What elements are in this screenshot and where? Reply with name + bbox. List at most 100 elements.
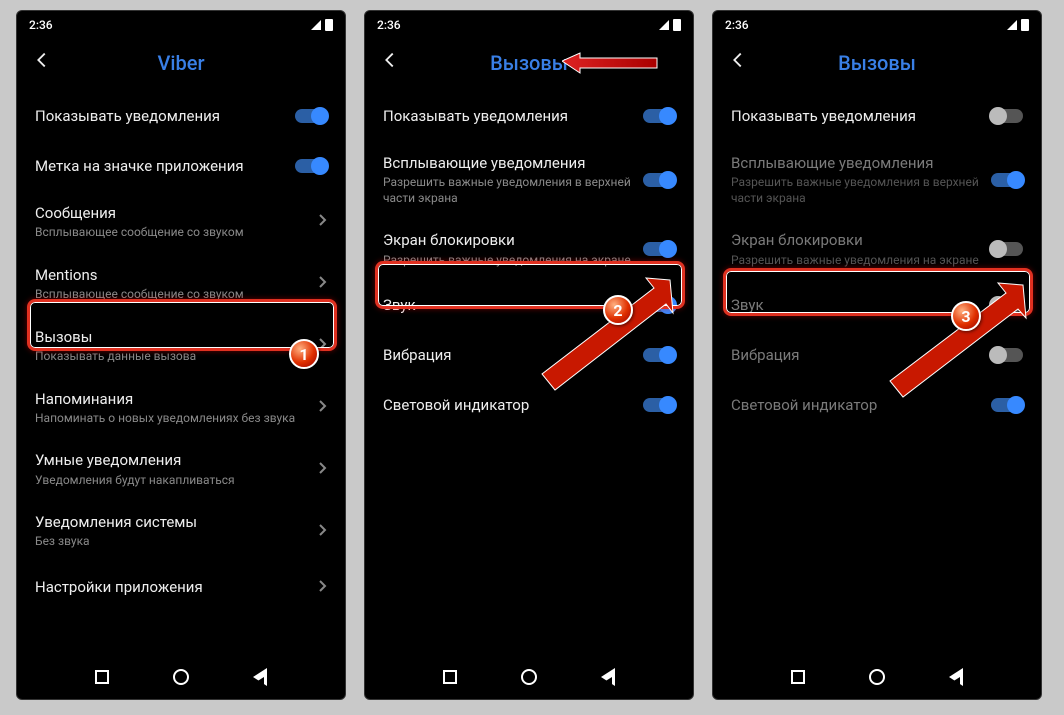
settings-row[interactable]: Световой индикатор: [713, 380, 1041, 430]
nav-back-button[interactable]: [601, 668, 615, 686]
settings-row[interactable]: Всплывающие уведомленияРазрешить важные …: [365, 141, 693, 218]
toggle-switch: [991, 398, 1023, 412]
status-icons: [311, 19, 333, 31]
page-title: Вызовы: [713, 51, 1041, 75]
settings-row[interactable]: Экран блокировки Разрешить важные уведомл…: [713, 218, 1041, 280]
chevron-right-icon: [317, 459, 327, 480]
header: Viber: [17, 39, 345, 87]
status-icons: [1007, 19, 1029, 31]
toggle-switch: [991, 242, 1023, 256]
row-subtitle: Разрешить важные уведомления на экране: [731, 253, 991, 269]
signal-icon: [659, 20, 669, 30]
battery-icon: [325, 19, 333, 31]
phone-screen-1: 2:36 Viber Показывать уведомления Метка н…: [16, 10, 346, 700]
row-title: Уведомления системы: [35, 512, 317, 532]
row-title: Напоминания: [35, 389, 317, 409]
row-subtitle: Всплывающее сообщение со звуком: [35, 287, 317, 303]
settings-row[interactable]: Показывать уведомления: [365, 91, 693, 141]
row-title: Всплывающие уведомления: [731, 153, 991, 173]
row-subtitle: Без звука: [35, 534, 317, 550]
settings-row[interactable]: Настройки приложения: [17, 562, 345, 612]
row-title: Показывать уведомления: [383, 106, 643, 126]
status-time: 2:36: [725, 18, 749, 32]
battery-icon: [1021, 19, 1029, 31]
settings-row[interactable]: Экран блокировкиРазрешить важные уведомл…: [365, 218, 693, 280]
row-title: Всплывающие уведомления: [383, 153, 643, 173]
nav-back-button[interactable]: [949, 668, 963, 686]
row-title: Mentions: [35, 265, 317, 285]
settings-row[interactable]: Уведомления системы Без звука: [17, 500, 345, 562]
toggle-switch[interactable]: [643, 348, 675, 362]
row-title: Вызовы: [35, 327, 317, 347]
status-icons: [659, 19, 681, 31]
row-title: Показывать уведомления: [35, 106, 295, 126]
settings-row[interactable]: Вибрация: [713, 330, 1041, 380]
nav-home-button[interactable]: [173, 669, 189, 685]
settings-row[interactable]: Звук: [713, 280, 1041, 330]
chevron-right-icon: [317, 397, 327, 418]
settings-row[interactable]: Всплывающие уведомленияРазрешить важные …: [713, 141, 1041, 218]
toggle-switch[interactable]: [295, 159, 327, 173]
row-title: Показывать уведомления: [731, 106, 991, 126]
chevron-right-icon: [317, 211, 327, 232]
settings-row[interactable]: Показывать уведомления: [17, 91, 345, 141]
settings-row[interactable]: Вибрация: [365, 330, 693, 380]
settings-row[interactable]: Напоминания Напоминать о новых уведомлени…: [17, 377, 345, 439]
settings-row[interactable]: Умные уведомления Уведомления будут накап…: [17, 438, 345, 500]
settings-row[interactable]: СообщенияВсплывающее сообщение со звуком: [17, 191, 345, 253]
nav-recent-button[interactable]: [791, 670, 805, 684]
toggle-switch[interactable]: [991, 109, 1023, 123]
back-button[interactable]: [379, 49, 403, 77]
row-title: Экран блокировки: [731, 230, 991, 250]
nav-bar: [713, 655, 1041, 699]
nav-home-button[interactable]: [869, 669, 885, 685]
step-badge-2: 2: [603, 295, 633, 325]
settings-list: Показывать уведомления Всплывающие уведом…: [365, 87, 693, 655]
row-title: Настройки приложения: [35, 577, 317, 597]
row-title: Вибрация: [731, 345, 991, 365]
back-button[interactable]: [727, 49, 751, 77]
nav-home-button[interactable]: [521, 669, 537, 685]
status-time: 2:36: [29, 18, 53, 32]
settings-row[interactable]: Метка на значке приложения: [17, 141, 345, 191]
toggle-switch: [991, 348, 1023, 362]
phone-screen-2: 2:36 Вызовы Показывать уведомления Всплыв…: [364, 10, 694, 700]
settings-row[interactable]: Mentions Всплывающее сообщение со звуком: [17, 253, 345, 315]
header: Вызовы: [713, 39, 1041, 87]
page-title: Viber: [17, 51, 345, 75]
toggle-switch[interactable]: [643, 298, 675, 312]
toggle-switch[interactable]: [295, 109, 327, 123]
battery-icon: [673, 19, 681, 31]
toggle-switch[interactable]: [643, 398, 675, 412]
row-subtitle: Разрешить важные уведомления в верхней ч…: [383, 175, 643, 206]
page-title: Вызовы: [365, 51, 693, 75]
row-subtitle: Разрешить важные уведомления в верхней ч…: [731, 175, 991, 206]
row-subtitle: Напоминать о новых уведомлениях без звук…: [35, 411, 317, 427]
row-title: Вибрация: [383, 345, 643, 365]
toggle-switch[interactable]: [643, 242, 675, 256]
row-subtitle: Всплывающее сообщение со звуком: [35, 225, 317, 241]
settings-row[interactable]: Показывать уведомления: [713, 91, 1041, 141]
toggle-switch[interactable]: [643, 173, 675, 187]
nav-back-button[interactable]: [253, 668, 267, 686]
phone-screen-3: 2:36 Вызовы Показывать уведомления Всплыв…: [712, 10, 1042, 700]
back-button[interactable]: [31, 49, 55, 77]
chevron-right-icon: [317, 577, 327, 598]
settings-list: Показывать уведомления Всплывающие уведом…: [713, 87, 1041, 655]
status-time: 2:36: [377, 18, 401, 32]
row-title: Умные уведомления: [35, 450, 317, 470]
chevron-right-icon: [317, 521, 327, 542]
toggle-switch[interactable]: [643, 109, 675, 123]
step-badge-3: 3: [951, 301, 981, 331]
nav-bar: [365, 655, 693, 699]
settings-row[interactable]: Световой индикатор: [365, 380, 693, 430]
nav-recent-button[interactable]: [95, 670, 109, 684]
toggle-switch: [991, 173, 1023, 187]
step-badge-1: 1: [289, 339, 319, 369]
row-subtitle: Уведомления будут накапливаться: [35, 473, 317, 489]
nav-recent-button[interactable]: [443, 670, 457, 684]
row-title: Световой индикатор: [383, 395, 643, 415]
row-subtitle: Разрешить важные уведомления на экране: [383, 253, 643, 269]
settings-row[interactable]: Звук: [365, 280, 693, 330]
row-title: Метка на значке приложения: [35, 156, 295, 176]
